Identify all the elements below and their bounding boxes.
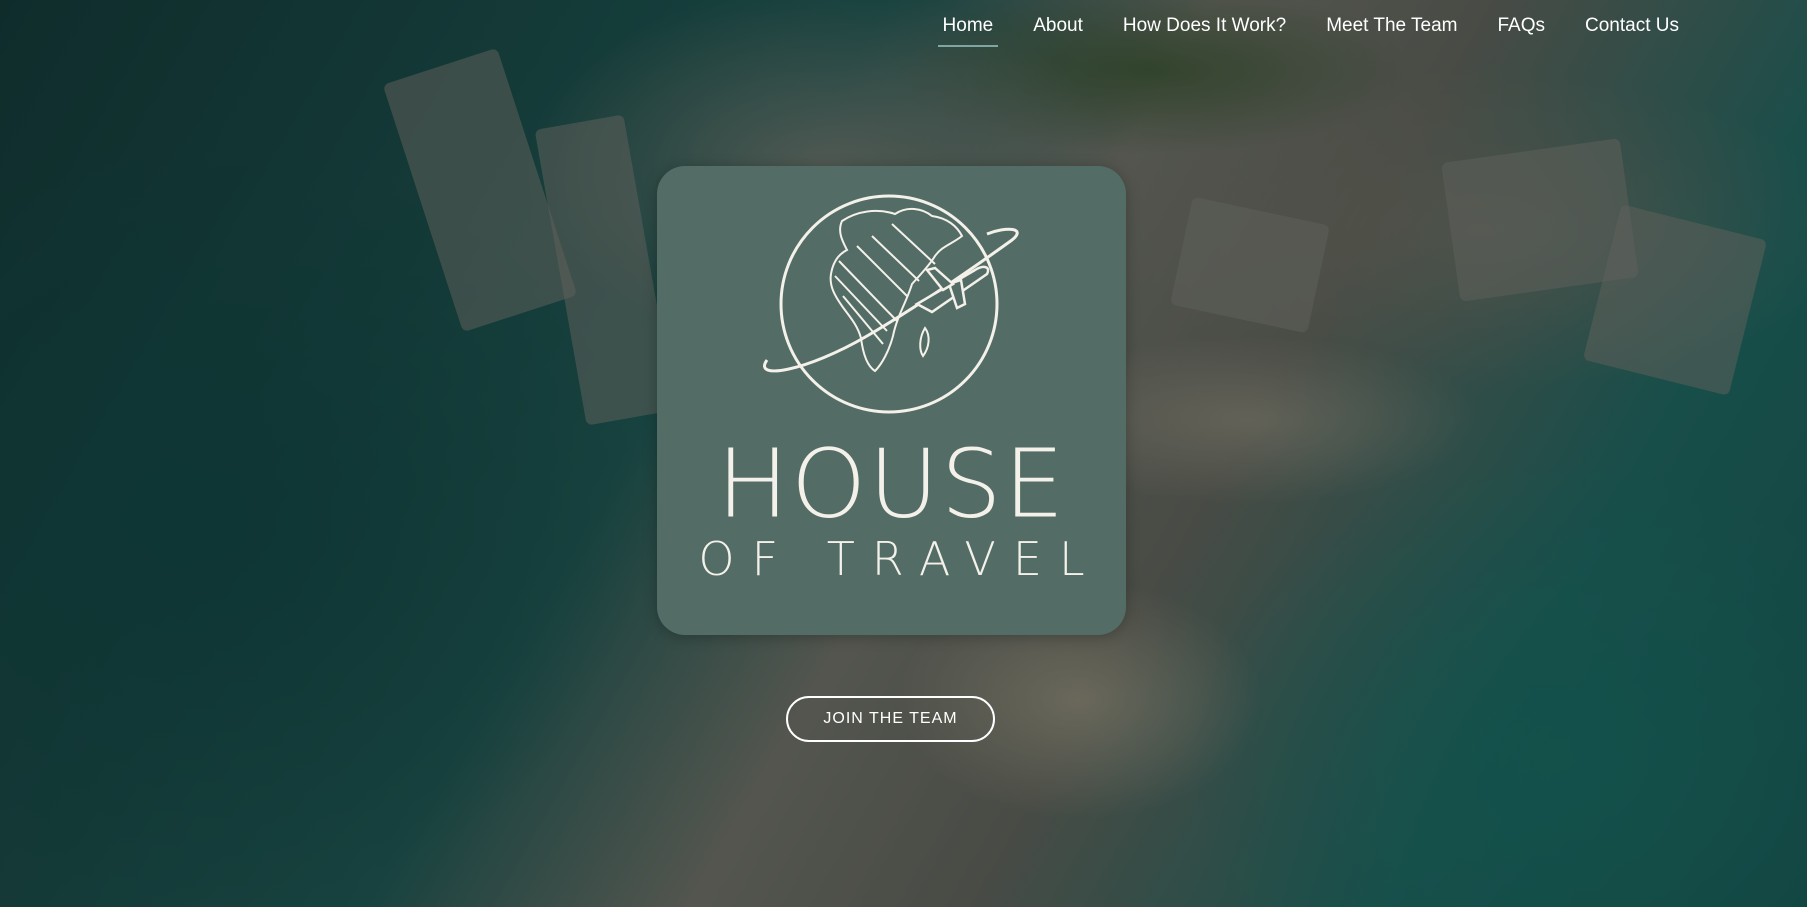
- nav-item-contact-us[interactable]: Contact Us: [1565, 1, 1699, 49]
- globe-with-airplane-icon: [763, 194, 1019, 414]
- join-the-team-button[interactable]: JOIN THE TEAM: [786, 696, 995, 742]
- nav-item-home[interactable]: Home: [923, 1, 1014, 49]
- nav-item-meet-the-team[interactable]: Meet The Team: [1306, 1, 1477, 49]
- brand-logo-card: HOUSE OF TRAVEL: [657, 166, 1126, 635]
- brand-name-line1: HOUSE: [716, 429, 1067, 539]
- main-navigation: Home About How Does It Work? Meet The Te…: [923, 0, 1699, 50]
- nav-item-how-does-it-work[interactable]: How Does It Work?: [1103, 1, 1306, 49]
- nav-item-about[interactable]: About: [1013, 1, 1103, 49]
- nav-item-faqs[interactable]: FAQs: [1478, 1, 1566, 49]
- brand-name-line2: OF TRAVEL: [698, 532, 1102, 586]
